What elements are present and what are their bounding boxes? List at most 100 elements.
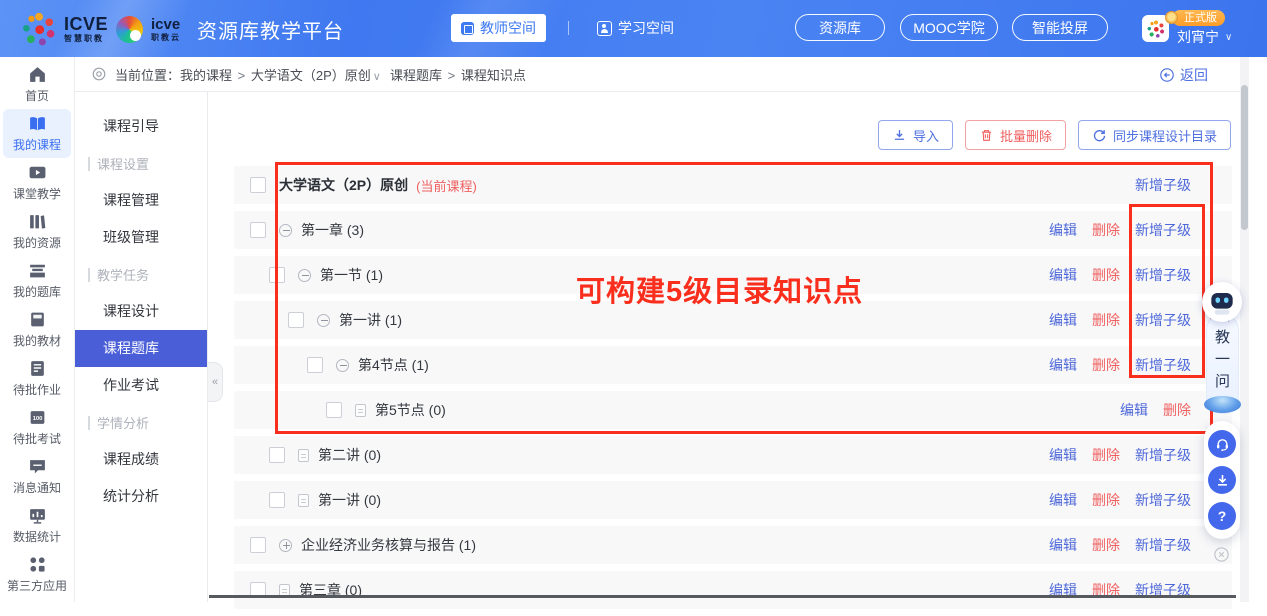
edit-link[interactable]: 编辑 [1049,355,1077,375]
row-checkbox[interactable] [250,537,266,553]
row-checkbox[interactable] [250,222,266,238]
menu-item[interactable]: 课程设计 [75,293,207,330]
menu-item[interactable]: 课程成绩 [75,441,207,478]
add-link[interactable]: 新增子级 [1135,445,1191,465]
sidebar-item-question-bank[interactable]: 我的题库 [3,256,71,305]
breadcrumb-link[interactable]: 我的课程 [180,68,232,83]
node-title: 大学语文（2P）原创 [279,175,408,195]
horizontal-scrollbar-thumb[interactable] [209,595,1236,598]
edit-link[interactable]: 编辑 [1049,265,1077,285]
breadcrumb-link[interactable]: 大学语文（2P）原创 [251,68,371,83]
edit-link[interactable]: 编辑 [1049,220,1077,240]
delete-link[interactable]: 删除 [1092,490,1120,510]
sidebar-item-label: 第三方应用 [7,577,67,594]
sidebar-item-home[interactable]: 首页 [3,60,71,109]
sidebar-item-message[interactable]: 消息通知 [3,452,71,501]
sidebar-item-exam[interactable]: 100待批考试 [3,403,71,452]
node-title: 企业经济业务核算与报告 (1) [301,535,476,555]
robot-assistant-icon[interactable] [1202,282,1242,322]
download-button[interactable] [1208,466,1236,494]
delete-link[interactable]: 删除 [1092,535,1120,555]
sidebar-item-course[interactable]: 我的课程 [3,109,71,158]
add-link[interactable]: 新增子级 [1135,490,1191,510]
menu-item[interactable]: 课程题库 [75,330,207,367]
edit-link[interactable]: 编辑 [1049,310,1077,330]
row-checkbox[interactable] [269,447,285,463]
sidebar-item-statistics[interactable]: 数据统计 [3,501,71,550]
add-link[interactable]: 新增子级 [1135,535,1191,555]
add-link[interactable]: 新增子级 [1135,355,1191,375]
row-checkbox[interactable] [269,492,285,508]
menu-item[interactable]: 统计分析 [75,478,207,515]
edit-link[interactable]: 编辑 [1049,490,1077,510]
delete-link[interactable]: 删除 [1092,220,1120,240]
add-link[interactable]: 新增子级 [1135,175,1191,195]
sidebar-item-homework[interactable]: 待批作业 [3,354,71,403]
row-checkbox[interactable] [288,312,304,328]
row-actions: 编辑删除新增子级 [1049,220,1191,240]
menu-item[interactable]: 班级管理 [75,219,207,256]
add-link[interactable]: 新增子级 [1135,310,1191,330]
row-checkbox[interactable] [326,402,342,418]
edit-link[interactable]: 编辑 [1120,400,1148,420]
delete-link[interactable]: 删除 [1092,265,1120,285]
sidebar-item-classroom[interactable]: 课堂教学 [3,158,71,207]
delete-link[interactable]: 删除 [1092,310,1120,330]
vertical-scrollbar-thumb[interactable] [1241,85,1248,230]
menu-item[interactable]: 课程管理 [75,182,207,219]
batch-delete-button[interactable]: 批量删除 [965,120,1066,150]
header-link-3[interactable]: 智能投屏 [1012,14,1108,41]
row-checkbox[interactable] [250,177,266,193]
delete-link[interactable]: 删除 [1163,400,1191,420]
collapse-icon[interactable] [317,314,330,327]
assistant-banner-char: 一 [1215,348,1230,369]
brand2-name: icve [151,17,181,32]
import-button[interactable]: 导入 [878,120,953,150]
edit-link[interactable]: 编辑 [1049,535,1077,555]
wave-decoration [1204,396,1241,413]
node-title: 第5节点 (0) [375,400,446,420]
collapse-icon[interactable] [279,224,292,237]
delete-link[interactable]: 删除 [1092,445,1120,465]
teacher-space-button[interactable]: 教师空间 [451,14,546,42]
breadcrumb-current: 课程知识点 [461,68,526,83]
sidebar-item-apps[interactable]: 第三方应用 [3,550,71,599]
header-link-2[interactable]: MOOC学院 [900,14,998,41]
collapse-icon[interactable] [298,269,311,282]
resource-icon [28,212,47,231]
close-icon[interactable] [1213,546,1230,563]
question-button[interactable]: ? [1208,502,1236,530]
edit-link[interactable]: 编辑 [1049,445,1077,465]
breadcrumb-link[interactable]: 课程题库 [383,68,442,83]
sidebar-item-label: 待批作业 [13,381,61,398]
sync-design-outline-button[interactable]: 同步课程设计目录 [1078,120,1231,150]
assistant-dock: ? [1204,421,1240,539]
space-nav: 教师空间 学习空间 [451,14,680,42]
headset-button[interactable] [1208,430,1236,458]
add-link[interactable]: 新增子级 [1135,265,1191,285]
header-link-1[interactable]: 资源库 [795,14,885,41]
student-space-button[interactable]: 学习空间 [591,17,680,39]
add-link[interactable]: 新增子级 [1135,220,1191,240]
collapse-icon[interactable] [336,359,349,372]
medal-icon [1165,11,1178,24]
menu-sidebar: 课程引导课程设置课程管理班级管理教学任务课程设计课程题库作业考试学情分析课程成绩… [75,92,208,602]
question-bank-icon [28,261,47,280]
sidebar-item-label: 我的题库 [13,283,61,300]
chevron-down-icon: ∨ [373,71,381,83]
row-actions: 编辑删除新增子级 [1049,310,1191,330]
row-actions: 编辑删除新增子级 [1049,490,1191,510]
expand-icon[interactable] [279,539,292,552]
row-checkbox[interactable] [269,267,285,283]
row-checkbox[interactable] [307,357,323,373]
sidebar-item-resource[interactable]: 我的资源 [3,207,71,256]
back-button[interactable]: 返回 [1159,57,1208,92]
sidebar-item-textbook[interactable]: 我的教材 [3,305,71,354]
menu-item[interactable]: 作业考试 [75,367,207,404]
sidebar-collapse-handle[interactable]: « [208,362,223,402]
version-badge: 正式版 [1172,10,1225,26]
menu-item[interactable]: 课程引导 [75,108,207,145]
homework-icon [28,359,47,378]
delete-link[interactable]: 删除 [1092,355,1120,375]
user-menu[interactable]: 刘宵宁 ∨ [1177,27,1232,47]
